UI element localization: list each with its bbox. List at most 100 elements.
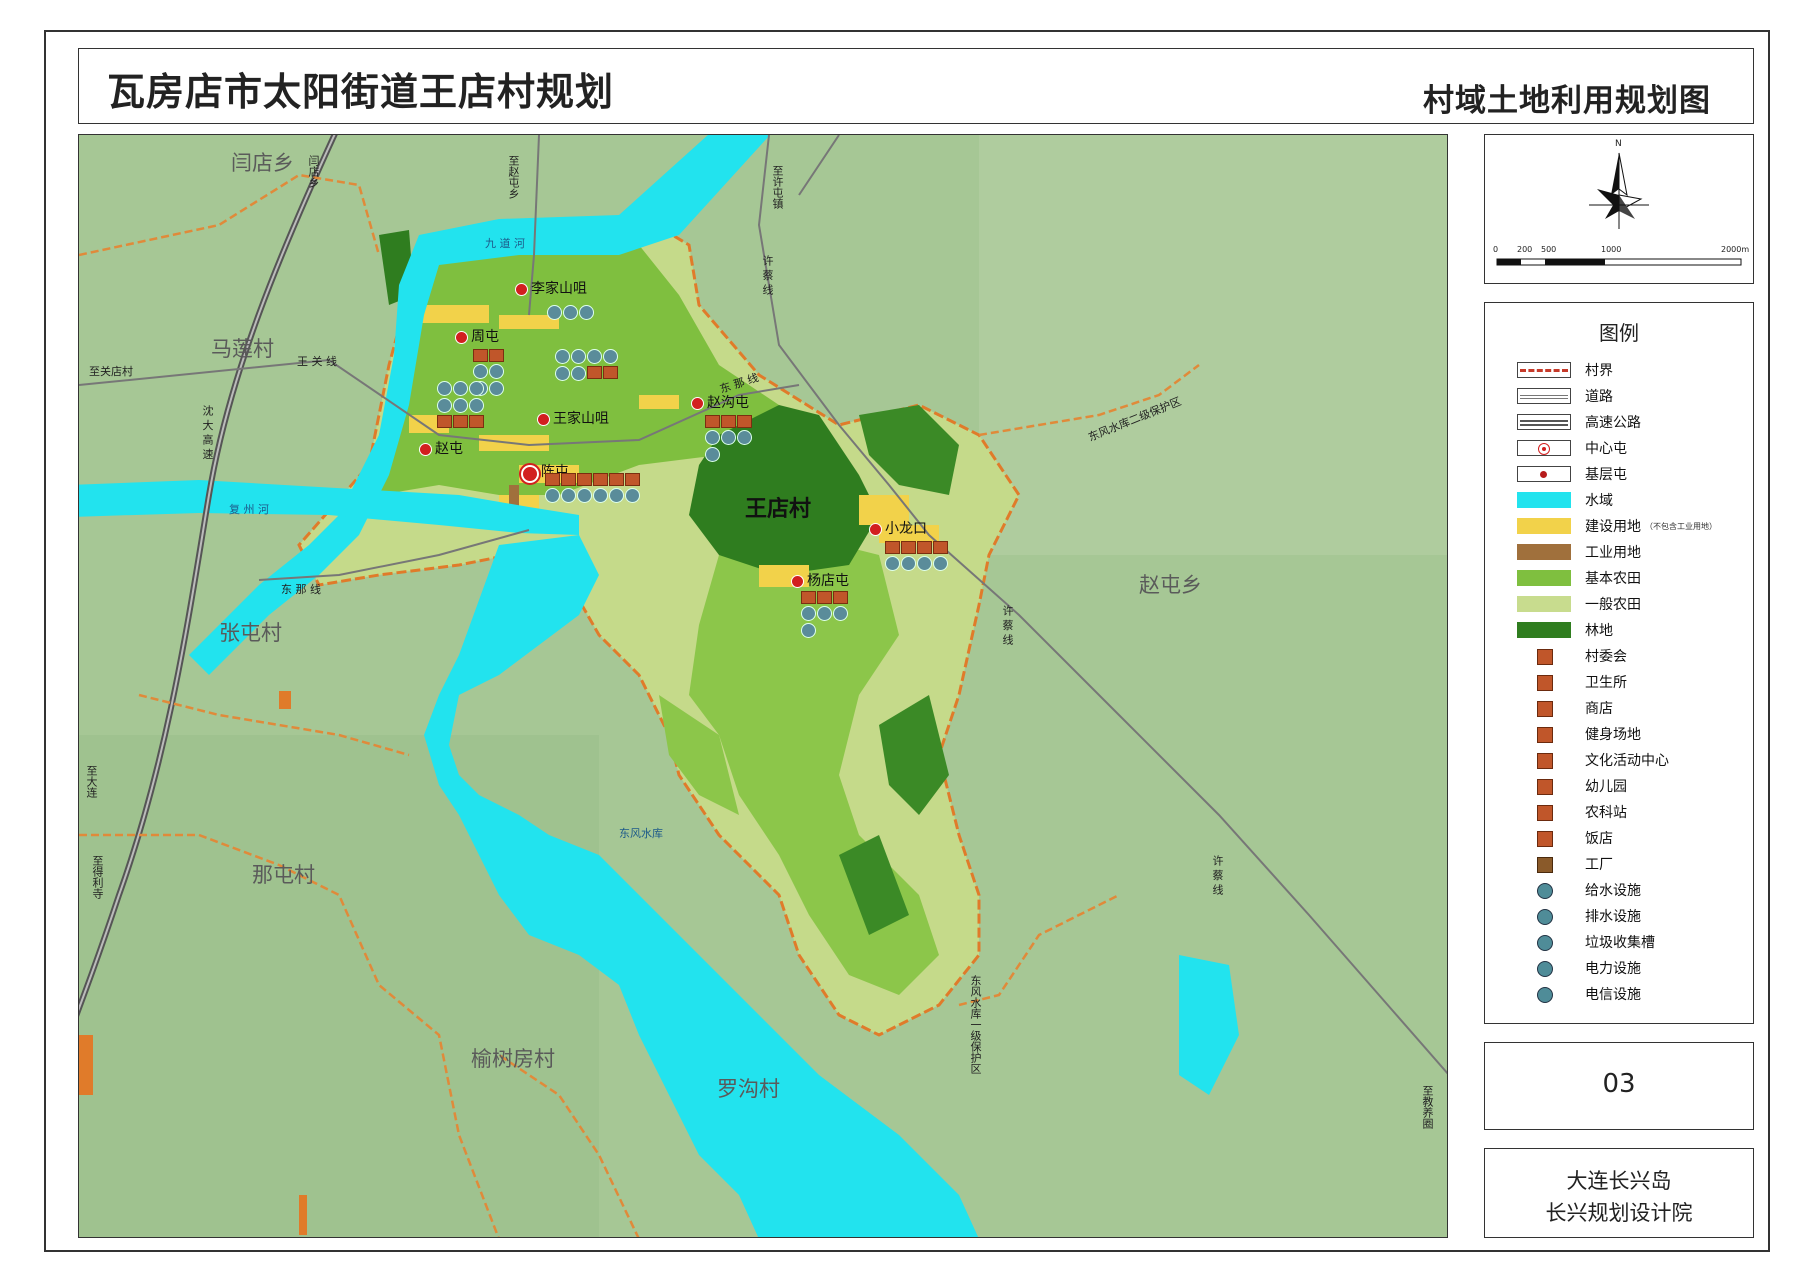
legend-item: 农科站 bbox=[1517, 801, 1627, 823]
legend-item: 饭店 bbox=[1517, 827, 1613, 849]
industrial-land-swatch bbox=[1517, 544, 1571, 560]
organization-line-1: 大连长兴岛 bbox=[1566, 1169, 1672, 1193]
legend-item: 一般农田 bbox=[1517, 593, 1641, 615]
legend-item: 水域 bbox=[1517, 489, 1613, 511]
center-settlement-marker[interactable] bbox=[519, 463, 541, 485]
legend-item: 村界 bbox=[1517, 359, 1613, 381]
water-supply-icon bbox=[1517, 882, 1571, 899]
label-zhaogou: 赵沟屯 bbox=[707, 395, 749, 411]
legend-item: 排水设施 bbox=[1517, 905, 1641, 927]
title-bar: 瓦房店市太阳街道王店村规划 村域土地利用规划图 bbox=[78, 48, 1754, 124]
forest-swatch bbox=[1517, 622, 1571, 638]
map-canvas[interactable]: 闫店乡 马莲村 张屯村 那屯村 榆树房村 罗沟村 赵屯乡 王店村 李家山咀 周屯… bbox=[78, 134, 1448, 1238]
restaurant-icon bbox=[1517, 830, 1571, 847]
fitness-icon bbox=[1517, 726, 1571, 743]
legend-item: 健身场地 bbox=[1517, 723, 1641, 745]
label-road-to-xutun: 至许屯镇 bbox=[771, 165, 784, 209]
facility-cluster bbox=[885, 541, 948, 571]
compass-panel: N 0 200 500 1000 2000m bbox=[1484, 134, 1754, 284]
general-farmland-swatch bbox=[1517, 596, 1571, 612]
base-settlement-swatch bbox=[1517, 466, 1571, 482]
settlement-marker[interactable] bbox=[869, 523, 882, 536]
power-icon bbox=[1517, 960, 1571, 977]
label-zhaotun-township: 赵屯乡 bbox=[1139, 573, 1202, 597]
legend-item: 幼儿园 bbox=[1517, 775, 1627, 797]
scale-tick-label: 0 bbox=[1493, 245, 1499, 254]
scale-bar: 0 200 500 1000 2000m bbox=[1485, 245, 1755, 257]
map-title: 瓦房店市太阳街道王店村规划 bbox=[107, 70, 615, 114]
label-zhangtun: 张屯村 bbox=[219, 621, 282, 645]
settlement-marker[interactable] bbox=[537, 413, 550, 426]
scale-tick-label: 1000 bbox=[1601, 245, 1622, 254]
legend-item: 电力设施 bbox=[1517, 957, 1641, 979]
label-road-wangguan: 王 关 线 bbox=[297, 355, 337, 368]
telecom-icon bbox=[1517, 986, 1571, 1003]
label-yangdian: 杨店屯 bbox=[807, 573, 849, 589]
legend-panel: 图例 村界 道路 高速公路 中心屯 基层屯 水域 建设用地 （不包含工业用地） … bbox=[1484, 302, 1754, 1024]
label-fuzhou-river: 复 州 河 bbox=[229, 503, 269, 516]
legend-item: 卫生所 bbox=[1517, 671, 1627, 693]
legend-item: 工厂 bbox=[1517, 853, 1613, 875]
legend-item: 中心屯 bbox=[1517, 437, 1627, 459]
legend-item: 工业用地 bbox=[1517, 541, 1641, 563]
label-xiaolongkou: 小龙口 bbox=[885, 521, 927, 537]
label-dongfeng-reservoir: 东风水库 bbox=[619, 827, 663, 840]
scale-tick-label: 2000m bbox=[1721, 245, 1750, 254]
label-luogou: 罗沟村 bbox=[717, 1077, 780, 1101]
legend-item: 商店 bbox=[1517, 697, 1613, 719]
water-swatch bbox=[1517, 492, 1571, 508]
label-yushufang: 榆树房村 bbox=[471, 1047, 555, 1071]
legend-item: 给水设施 bbox=[1517, 879, 1641, 901]
label-road-xucai-southeast: 许 蔡 线 bbox=[1211, 855, 1224, 895]
clinic-icon bbox=[1517, 674, 1571, 691]
sheet-number-panel: 03 bbox=[1484, 1042, 1754, 1130]
settlement-marker[interactable] bbox=[691, 397, 704, 410]
legend-item: 基层屯 bbox=[1517, 463, 1627, 485]
north-label: N bbox=[1615, 139, 1622, 149]
sheet-number: 03 bbox=[1602, 1069, 1636, 1099]
label-road-to-delisi: 至得利寺 bbox=[91, 855, 104, 899]
organization-line-2: 长兴规划设计院 bbox=[1545, 1201, 1693, 1225]
factory-icon bbox=[1517, 856, 1571, 873]
legend-item: 建设用地 （不包含工业用地） bbox=[1517, 515, 1717, 537]
label-road-dongna-west: 东 那 线 bbox=[281, 583, 321, 596]
label-zhaotun-settlement: 赵屯 bbox=[435, 441, 463, 457]
label-road-xucai-east: 许 蔡 线 bbox=[1001, 605, 1014, 645]
label-road-to-zhaotun: 至赵屯乡 bbox=[507, 155, 520, 199]
compass-icon bbox=[1496, 152, 1742, 266]
map-subtitle: 村域土地利用规划图 bbox=[1423, 83, 1711, 119]
settlement-marker[interactable] bbox=[791, 575, 804, 588]
settlement-marker[interactable] bbox=[419, 443, 432, 456]
label-road-to-guandian: 至关店村 bbox=[89, 365, 133, 378]
expressway-swatch bbox=[1517, 414, 1571, 430]
facility-cluster bbox=[555, 349, 618, 381]
legend-item: 基本农田 bbox=[1517, 567, 1641, 589]
legend-title: 图例 bbox=[1599, 321, 1639, 345]
legend-item: 高速公路 bbox=[1517, 411, 1641, 433]
scale-tick-label: 500 bbox=[1541, 245, 1557, 254]
label-shenda-expressway: 沈 大 高 速 bbox=[201, 405, 214, 460]
facility-cluster bbox=[545, 473, 640, 503]
legend-item: 文化活动中心 bbox=[1517, 749, 1669, 771]
legend-item: 垃圾收集槽 bbox=[1517, 931, 1655, 953]
scale-tick-label: 200 bbox=[1517, 245, 1533, 254]
village-committee-icon bbox=[1517, 648, 1571, 665]
village-boundary-swatch bbox=[1517, 362, 1571, 378]
label-protection-zone-1: 东风水库一级保护区 bbox=[969, 975, 982, 1074]
label-road-to-dalian: 至大连 bbox=[85, 765, 98, 798]
settlement-marker[interactable] bbox=[455, 331, 468, 344]
label-road-to-yandian: 闫店乡 bbox=[307, 155, 320, 188]
basic-farmland-swatch bbox=[1517, 570, 1571, 586]
facility-cluster bbox=[547, 305, 594, 320]
facility-cluster bbox=[705, 415, 752, 462]
garbage-icon bbox=[1517, 934, 1571, 951]
label-malian: 马莲村 bbox=[211, 337, 274, 361]
label-lijia: 李家山咀 bbox=[531, 281, 587, 297]
drainage-icon bbox=[1517, 908, 1571, 925]
road-swatch bbox=[1517, 388, 1571, 404]
legend-item: 道路 bbox=[1517, 385, 1613, 407]
organization-panel: 大连长兴岛 长兴规划设计院 bbox=[1484, 1148, 1754, 1238]
settlement-marker[interactable] bbox=[515, 283, 528, 296]
label-zhoutun: 周屯 bbox=[471, 329, 499, 345]
label-jiudao-river: 九 道 河 bbox=[485, 237, 525, 250]
